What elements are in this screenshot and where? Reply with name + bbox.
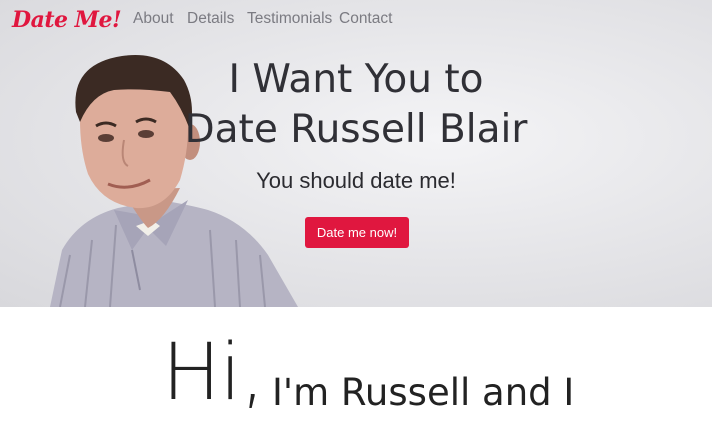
nav-link-details[interactable]: Details bbox=[187, 10, 234, 28]
navbar: Date Me! About Details Testimonials Cont… bbox=[0, 0, 712, 40]
intro-section: Hi, I'm Russell and I bbox=[0, 307, 712, 427]
hero-section: Date Me! About Details Testimonials Cont… bbox=[0, 0, 712, 307]
nav-link-testimonials[interactable]: Testimonials bbox=[247, 10, 332, 28]
nav-link-contact[interactable]: Contact bbox=[339, 10, 392, 28]
nav-link-about[interactable]: About bbox=[133, 10, 174, 28]
brand-logo[interactable]: Date Me! bbox=[12, 7, 122, 33]
intro-rest-text: I'm Russell and I bbox=[272, 371, 575, 414]
hero-headline-line-2: Date Russell Blair bbox=[184, 107, 528, 152]
hero-subheadline: You should date me! bbox=[256, 168, 456, 193]
hero-headline-line-1: I Want You to bbox=[228, 57, 484, 102]
intro-hi-text: Hi, bbox=[162, 328, 265, 418]
intro-heading: Hi, I'm Russell and I bbox=[0, 307, 712, 427]
date-me-now-button[interactable]: Date me now! bbox=[305, 217, 409, 248]
